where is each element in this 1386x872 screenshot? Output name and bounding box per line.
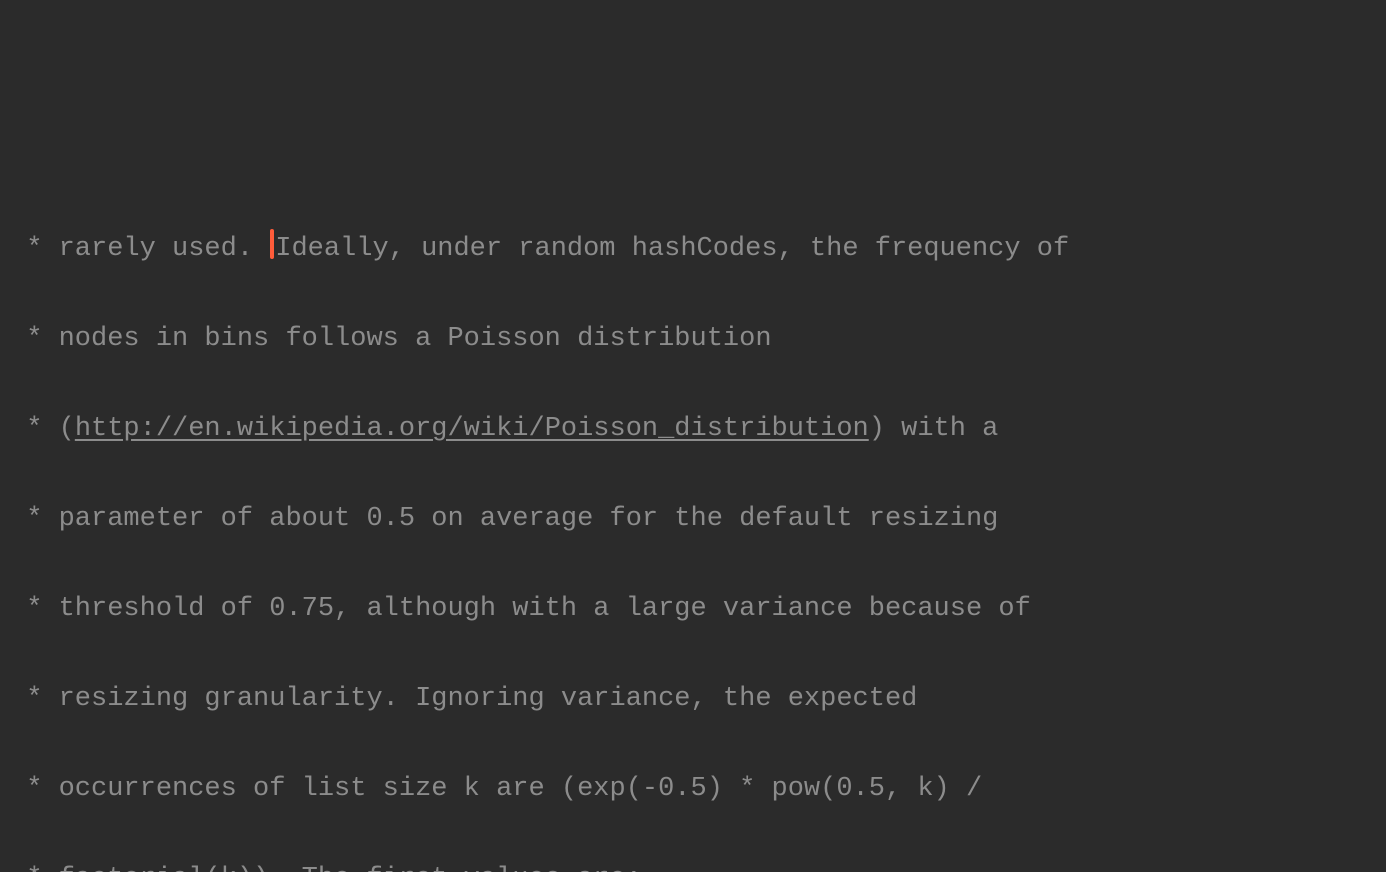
text-cursor: [270, 229, 274, 259]
comment-text: ) with a: [869, 414, 999, 444]
comment-text: * (: [10, 414, 75, 444]
comment-text: Ideally, under random hashCodes, the fre…: [275, 234, 1069, 264]
comment-text: * rarely used.: [10, 234, 269, 264]
comment-line: * threshold of 0.75, although with a lar…: [10, 587, 1386, 632]
comment-line: * nodes in bins follows a Poisson distri…: [10, 317, 1386, 362]
code-comment-block: * rarely used. Ideally, under random has…: [10, 182, 1386, 872]
comment-line: * rarely used. Ideally, under random has…: [10, 227, 1386, 272]
wikipedia-link[interactable]: http://en.wikipedia.org/wiki/Poisson_dis…: [75, 414, 869, 444]
comment-line: * resizing granularity. Ignoring varianc…: [10, 677, 1386, 722]
comment-line: * (http://en.wikipedia.org/wiki/Poisson_…: [10, 407, 1386, 452]
comment-line: * parameter of about 0.5 on average for …: [10, 497, 1386, 542]
comment-line: * occurrences of list size k are (exp(-0…: [10, 767, 1386, 812]
